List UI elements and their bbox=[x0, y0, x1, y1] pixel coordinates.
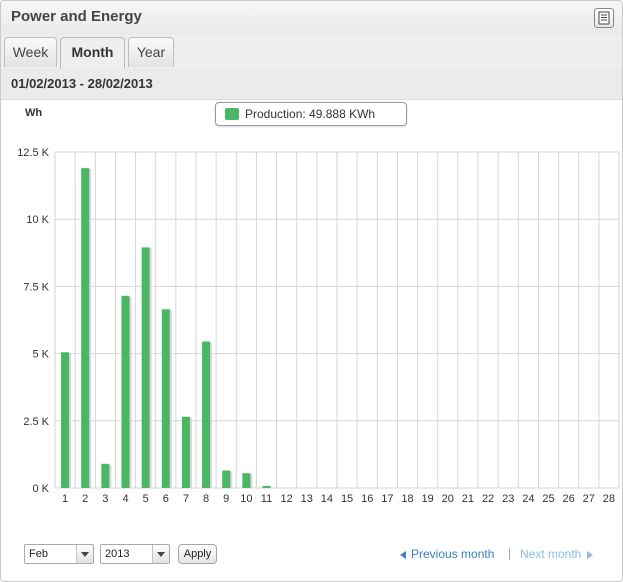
x-tick-label: 26 bbox=[563, 493, 575, 505]
x-tick-label: 14 bbox=[321, 493, 333, 505]
bar bbox=[121, 295, 130, 488]
bar bbox=[222, 470, 231, 488]
date-range: 01/02/2013 - 28/02/2013 bbox=[11, 76, 153, 91]
x-tick-label: 9 bbox=[223, 493, 229, 505]
previous-month-label: Previous month bbox=[411, 547, 495, 561]
previous-month-link[interactable]: Previous month bbox=[400, 547, 494, 561]
nav-separator: | bbox=[508, 546, 512, 560]
x-tick-label: 11 bbox=[261, 493, 272, 505]
x-tick-label: 12 bbox=[281, 493, 293, 505]
x-tick-label: 7 bbox=[183, 493, 189, 505]
chart-legend[interactable]: Production: 49.888 KWh bbox=[215, 102, 407, 126]
bar bbox=[141, 247, 150, 488]
x-tick-label: 23 bbox=[502, 493, 514, 505]
widget-header: Power and Energy bbox=[1, 1, 622, 35]
date-range-bar: 01/02/2013 - 28/02/2013 bbox=[1, 68, 622, 100]
bar bbox=[202, 341, 211, 488]
next-month-link[interactable]: Next month bbox=[520, 547, 594, 561]
tab-month[interactable]: Month bbox=[60, 37, 125, 69]
tab-year[interactable]: Year bbox=[128, 37, 174, 67]
y-tick-label: 7.5 K bbox=[23, 281, 49, 293]
production-bar-chart: 0 K2.5 K5 K7.5 K10 K12.5 K1 2 3 4 5 6 7 8 9 10 11 1… bbox=[17, 147, 620, 505]
period-controls: Feb 2013 Apply Previous month | Next mon… bbox=[1, 541, 622, 571]
chevron-down-icon bbox=[152, 545, 169, 563]
x-tick-label: 10 bbox=[240, 493, 252, 505]
month-select-value: Feb bbox=[29, 548, 48, 560]
x-tick-label: 18 bbox=[401, 493, 413, 505]
bar bbox=[242, 473, 251, 488]
y-tick-label: 12.5 K bbox=[17, 147, 49, 159]
power-energy-widget: Power and Energy Week Month Year 01/02/2… bbox=[0, 0, 623, 582]
chevron-down-icon bbox=[76, 545, 93, 563]
year-select-value: 2013 bbox=[105, 548, 130, 560]
bar bbox=[101, 463, 110, 488]
x-tick-label: 6 bbox=[163, 493, 169, 505]
x-tick-label: 3 bbox=[102, 493, 108, 505]
x-tick-label: 2 bbox=[82, 493, 88, 505]
bar bbox=[61, 352, 70, 488]
widget-title: Power and Energy bbox=[11, 8, 142, 25]
x-tick-label: 28 bbox=[603, 493, 615, 505]
y-tick-label: 5 K bbox=[32, 349, 49, 361]
bar bbox=[181, 416, 190, 488]
x-tick-label: 27 bbox=[583, 493, 595, 505]
next-month-label: Next month bbox=[520, 547, 582, 561]
year-select[interactable]: 2013 bbox=[100, 544, 170, 564]
bar bbox=[81, 168, 90, 489]
chevron-right-icon bbox=[587, 550, 594, 559]
x-tick-label: 8 bbox=[203, 493, 209, 505]
legend-label: Production: 49.888 KWh bbox=[245, 107, 376, 121]
chevron-left-icon bbox=[400, 550, 406, 559]
bar bbox=[161, 309, 170, 488]
apply-button[interactable]: Apply bbox=[178, 544, 217, 564]
x-tick-label: 19 bbox=[422, 493, 434, 505]
x-tick-label: 25 bbox=[542, 493, 554, 505]
x-tick-label: 17 bbox=[381, 493, 393, 505]
x-tick-label: 13 bbox=[301, 493, 313, 505]
export-document-icon[interactable] bbox=[594, 8, 614, 28]
x-tick-label: 20 bbox=[442, 493, 454, 505]
y-tick-label: 0 K bbox=[32, 483, 49, 495]
y-axis-unit: Wh bbox=[25, 107, 43, 119]
x-tick-label: 16 bbox=[361, 493, 373, 505]
x-tick-label: 15 bbox=[341, 493, 353, 505]
bar bbox=[262, 485, 271, 488]
x-tick-label: 21 bbox=[462, 493, 474, 505]
x-tick-label: 5 bbox=[143, 493, 149, 505]
period-tabs: Week Month Year bbox=[1, 35, 622, 69]
tab-week[interactable]: Week bbox=[4, 37, 57, 67]
legend-swatch bbox=[225, 108, 239, 120]
x-tick-label: 4 bbox=[122, 493, 128, 505]
month-select[interactable]: Feb bbox=[24, 544, 94, 564]
x-tick-label: 1 bbox=[62, 493, 68, 505]
y-tick-label: 2.5 K bbox=[23, 416, 49, 428]
x-tick-label: 24 bbox=[522, 493, 534, 505]
x-tick-label: 22 bbox=[482, 493, 494, 505]
y-tick-label: 10 K bbox=[26, 214, 49, 226]
